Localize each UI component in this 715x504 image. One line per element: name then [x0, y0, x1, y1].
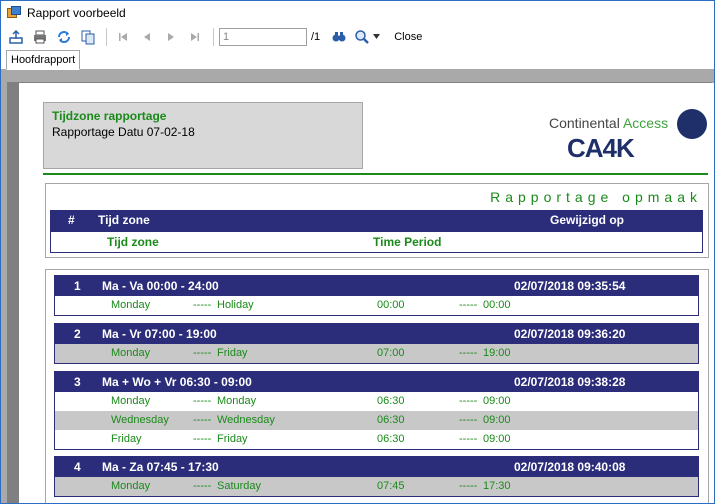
toolbar-separator — [106, 27, 107, 46]
print-button[interactable] — [29, 27, 51, 47]
first-page-button[interactable] — [112, 27, 134, 47]
next-page-icon — [168, 32, 174, 41]
col-modified: Gewijzigd op — [550, 213, 624, 227]
toolbar-separator — [213, 27, 214, 46]
next-page-button[interactable] — [160, 27, 182, 47]
zoom-button[interactable] — [352, 27, 382, 47]
period-row: Monday ----- Saturday 07:45 ----- 17:30 — [55, 477, 698, 496]
zone-group: 1 Ma - Va 00:00 - 24:00 02/07/2018 09:35… — [54, 275, 699, 316]
zoom-icon — [355, 29, 370, 44]
zone-group: 4 Ma - Za 07:45 - 17:30 02/07/2018 09:40… — [54, 456, 699, 497]
export-icon — [9, 29, 23, 44]
toolbar: /1 Close — [1, 25, 714, 48]
report-header-box: Tijdzone rapportage Rapportage Datu 07-0… — [43, 102, 363, 169]
zone-group-header: 3 Ma + Wo + Vr 06:30 - 09:00 02/07/2018 … — [54, 371, 699, 392]
prev-page-button[interactable] — [136, 27, 158, 47]
zone-group-header: 2 Ma - Vr 07:00 - 19:00 02/07/2018 09:36… — [54, 323, 699, 344]
header-divider — [43, 173, 708, 175]
col-num: # — [68, 213, 75, 227]
report-window: Rapport voorbeeld /1 — [0, 0, 715, 504]
layout-section: Rapportage opmaak # Tijd zone Gewijzigd … — [45, 183, 709, 258]
period-row: Monday ----- Holiday 00:00 ----- 00:00 — [111, 299, 511, 311]
zone-group-header: 1 Ma - Va 00:00 - 24:00 02/07/2018 09:35… — [54, 275, 699, 296]
column-header-row: # Tijd zone Gewijzigd op — [50, 210, 703, 232]
prev-page-icon — [144, 32, 150, 41]
period-row: Monday ----- Friday 07:00 ----- 19:00 — [55, 344, 698, 363]
copy-button[interactable] — [77, 27, 99, 47]
first-page-icon — [119, 32, 127, 41]
tab-hoofdrapport[interactable]: Hoofdrapport — [6, 50, 81, 70]
report-tabs: Hoofdrapport — [1, 48, 714, 70]
page-total: /1 — [311, 30, 321, 43]
col-sub-period: Time Period — [373, 235, 442, 249]
zone-group: 2 Ma - Vr 07:00 - 19:00 02/07/2018 09:36… — [54, 323, 699, 364]
print-icon — [34, 30, 46, 43]
col-zone: Tijd zone — [98, 213, 150, 227]
close-button[interactable]: Close — [394, 31, 422, 43]
find-icon — [332, 31, 346, 41]
page-number-input[interactable] — [219, 27, 307, 46]
report-page: Tijdzone rapportage Rapportage Datu 07-0… — [19, 83, 714, 503]
chevron-down-icon — [373, 34, 381, 39]
globe-icon — [677, 109, 707, 139]
last-page-button[interactable] — [184, 27, 206, 47]
period-row: Wednesday ----- Wednesday 06:30 ----- 09… — [55, 411, 698, 430]
period-row: Monday ----- Monday 06:30 ----- 09:00 — [111, 395, 511, 407]
window-title: Rapport voorbeeld — [27, 6, 126, 20]
section-title: Rapportage opmaak — [490, 189, 702, 205]
period-row: Friday ----- Friday 06:30 ----- 09:00 — [111, 433, 511, 445]
last-page-icon — [191, 32, 199, 41]
company-logo: Continental Access CA4K — [549, 107, 709, 163]
zone-list: 1 Ma - Va 00:00 - 24:00 02/07/2018 09:35… — [45, 269, 709, 503]
zone-group-header: 4 Ma - Za 07:45 - 17:30 02/07/2018 09:40… — [54, 456, 699, 477]
report-title: Tijdzone rapportage — [52, 109, 167, 123]
sub-header-row: Tijd zone Time Period — [50, 232, 703, 253]
export-button[interactable] — [5, 27, 27, 47]
zone-group: 3 Ma + Wo + Vr 06:30 - 09:00 02/07/2018 … — [54, 371, 699, 450]
find-button[interactable] — [328, 27, 350, 47]
refresh-button[interactable] — [53, 27, 75, 47]
refresh-icon — [58, 30, 70, 43]
col-sub-zone: Tijd zone — [107, 235, 159, 249]
report-date: Rapportage Datu 07-02-18 — [52, 125, 195, 139]
title-bar: Rapport voorbeeld — [1, 1, 714, 25]
app-icon — [7, 6, 21, 20]
copy-icon — [81, 30, 95, 44]
